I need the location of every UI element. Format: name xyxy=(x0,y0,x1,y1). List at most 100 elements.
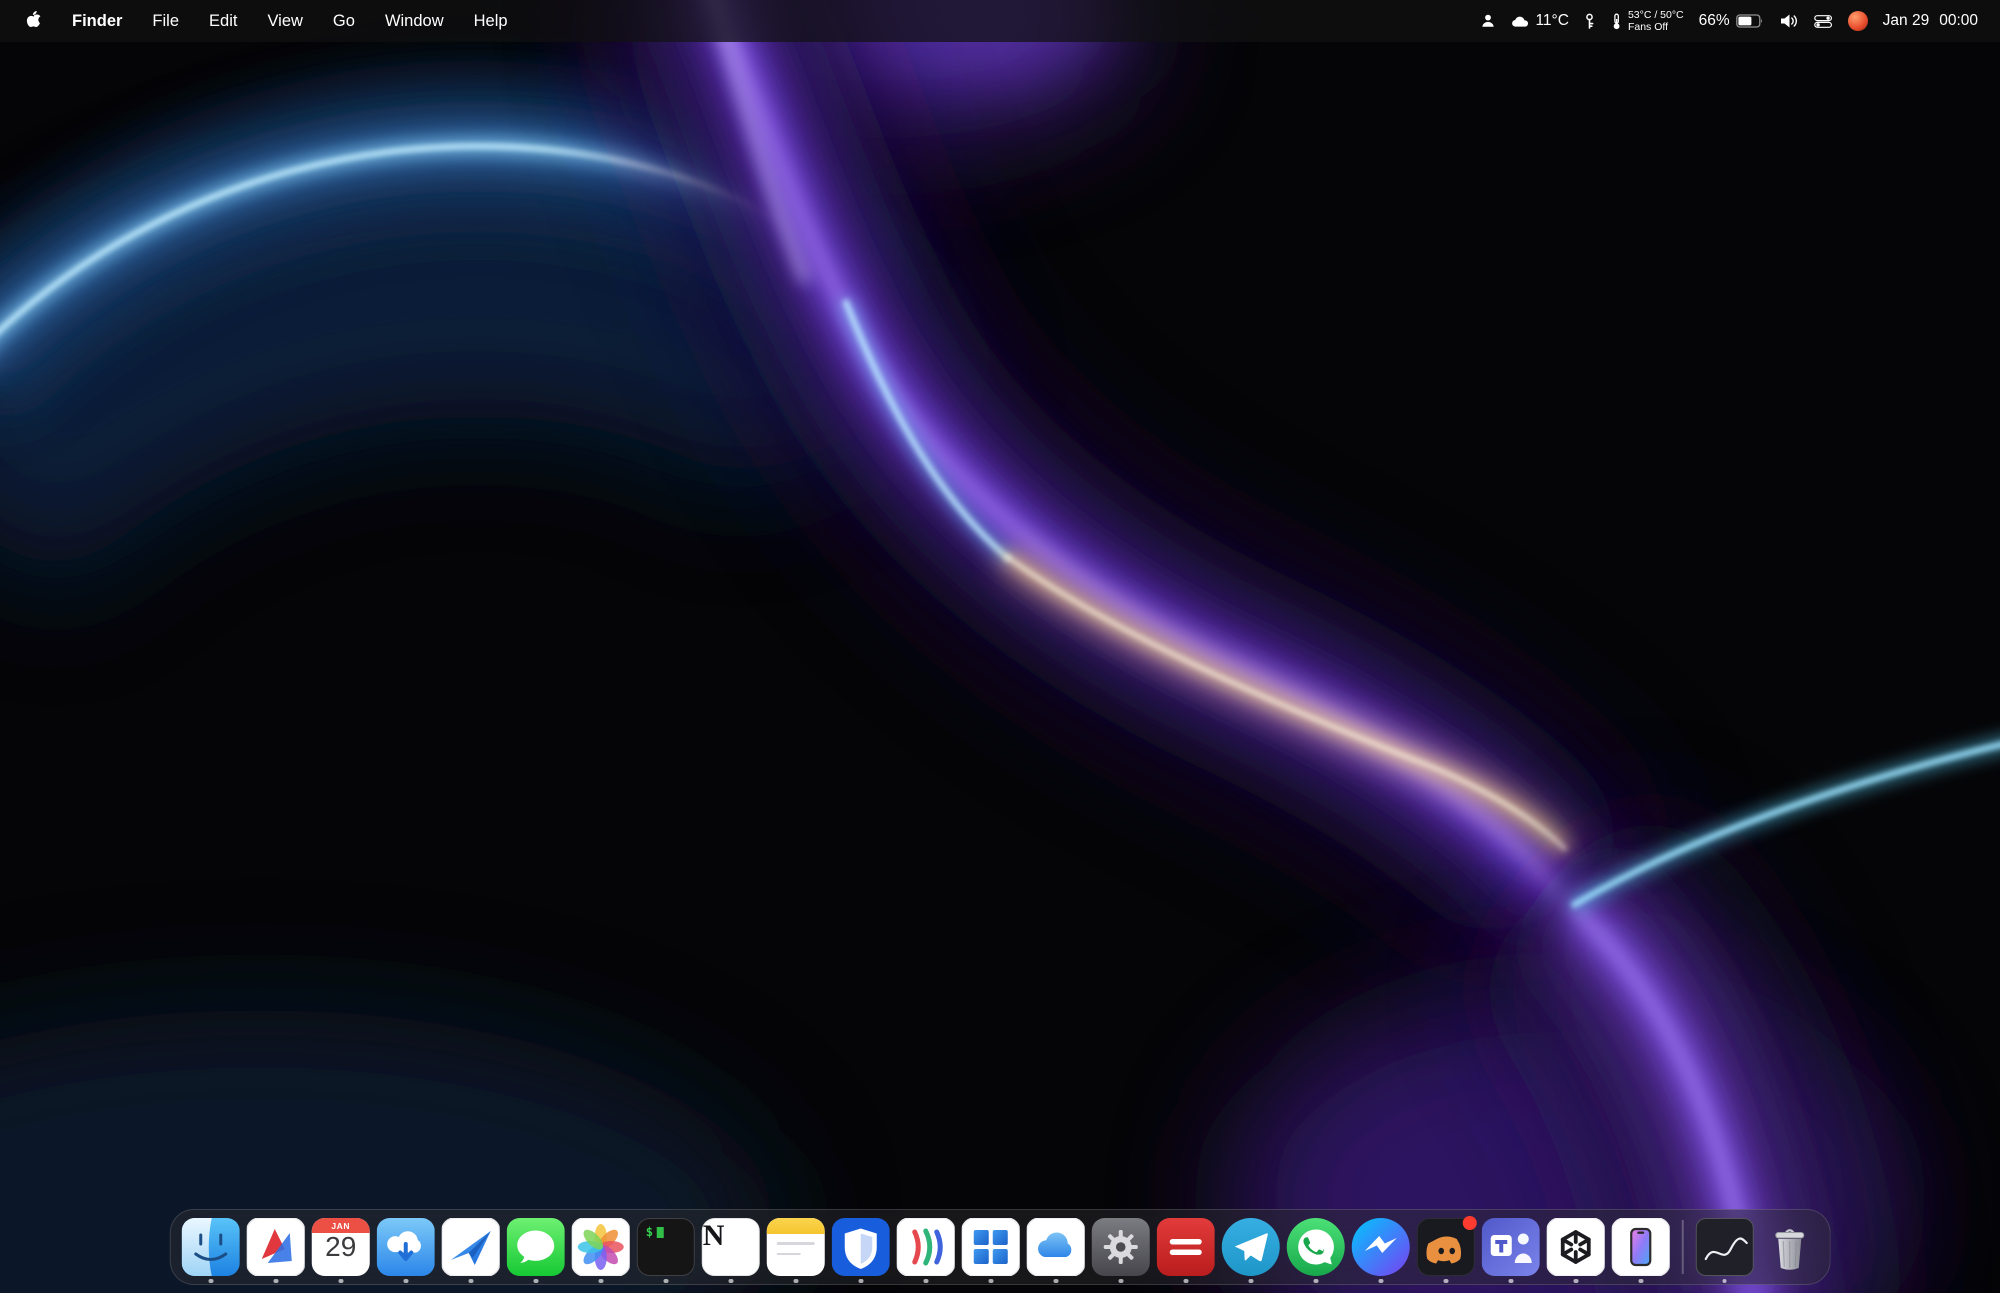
menu-view[interactable]: View xyxy=(267,12,302,31)
dark-window-icon xyxy=(1695,1218,1753,1276)
dock-app-red-blue[interactable] xyxy=(247,1218,305,1276)
dock-separator xyxy=(1682,1220,1684,1274)
dock-telegram[interactable] xyxy=(1222,1218,1280,1276)
running-indicator xyxy=(534,1279,539,1284)
finder-icon xyxy=(182,1218,240,1276)
apple-menu[interactable] xyxy=(26,10,42,33)
iphone-icon xyxy=(1612,1218,1670,1276)
dock-notes[interactable] xyxy=(767,1218,825,1276)
teams-icon xyxy=(1482,1218,1540,1276)
menu-window[interactable]: Window xyxy=(385,12,444,31)
thermometer-icon xyxy=(1610,13,1622,30)
key-status-item[interactable] xyxy=(1584,13,1595,30)
dock-bitwarden[interactable] xyxy=(832,1218,890,1276)
desktop: Finder File Edit View Go Window Help 11°… xyxy=(0,0,2000,1293)
running-indicator xyxy=(729,1279,734,1284)
terminal-icon: $ xyxy=(637,1218,695,1276)
dock-finder[interactable] xyxy=(182,1218,240,1276)
notes-icon xyxy=(767,1218,825,1276)
blue-download-icon xyxy=(377,1218,435,1276)
running-indicator xyxy=(924,1279,929,1284)
running-indicator xyxy=(1639,1279,1644,1284)
dock-terminal[interactable]: $ xyxy=(637,1218,695,1276)
battery-status-item[interactable]: 66% xyxy=(1699,12,1764,30)
dock-teams[interactable] xyxy=(1482,1218,1540,1276)
calendar-day: 29 xyxy=(312,1231,370,1263)
messages-icon xyxy=(507,1218,565,1276)
notion-letter: N xyxy=(703,1219,725,1252)
running-indicator xyxy=(1054,1279,1059,1284)
user-icon xyxy=(1480,13,1496,29)
trash-icon xyxy=(1760,1218,1818,1276)
running-indicator xyxy=(794,1279,799,1284)
dock-windows-app[interactable] xyxy=(962,1218,1020,1276)
volume-status-item[interactable] xyxy=(1779,13,1799,29)
cloud-icon xyxy=(1027,1218,1085,1276)
battery-icon xyxy=(1736,14,1764,28)
dock-discord[interactable] xyxy=(1417,1218,1475,1276)
running-indicator xyxy=(1249,1279,1254,1284)
dock-calendar[interactable]: JAN 29 xyxy=(312,1218,370,1276)
menu-edit[interactable]: Edit xyxy=(209,12,237,31)
whatsapp-icon xyxy=(1287,1218,1345,1276)
dock-app-paper-plane[interactable] xyxy=(442,1218,500,1276)
menu-go[interactable]: Go xyxy=(333,12,355,31)
battery-percent-text: 66% xyxy=(1699,12,1730,30)
dock-app-red-stripes[interactable] xyxy=(1157,1218,1215,1276)
temperature-text: 11°C xyxy=(1535,12,1568,30)
status-app-avatar[interactable] xyxy=(1848,11,1868,31)
time-text: 00:00 xyxy=(1939,12,1978,30)
running-indicator xyxy=(1574,1279,1579,1284)
menu-file[interactable]: File xyxy=(152,12,179,31)
dock-app-blue-download[interactable] xyxy=(377,1218,435,1276)
terminal-caret xyxy=(657,1227,664,1238)
running-indicator xyxy=(469,1279,474,1284)
dock-system-settings[interactable] xyxy=(1092,1218,1150,1276)
paper-plane-icon xyxy=(442,1218,500,1276)
dock-chatgpt[interactable] xyxy=(1547,1218,1605,1276)
dock: JAN 29 xyxy=(170,1209,1831,1285)
running-indicator xyxy=(1314,1279,1319,1284)
discord-icon xyxy=(1417,1218,1475,1276)
running-indicator xyxy=(274,1279,279,1284)
dock-app-color-waves[interactable] xyxy=(897,1218,955,1276)
menu-finder[interactable]: Finder xyxy=(72,12,122,31)
running-indicator xyxy=(1509,1279,1514,1284)
dock-messenger[interactable] xyxy=(1352,1218,1410,1276)
dock-photos[interactable] xyxy=(572,1218,630,1276)
weather-status-item[interactable]: 11°C xyxy=(1511,12,1568,30)
notion-icon: N xyxy=(702,1218,760,1276)
dock-whatsapp[interactable] xyxy=(1287,1218,1345,1276)
running-indicator xyxy=(1444,1279,1449,1284)
running-indicator xyxy=(339,1279,344,1284)
control-center-icon xyxy=(1814,15,1833,28)
dock-iphone-mirroring[interactable] xyxy=(1612,1218,1670,1276)
fan-status-item[interactable]: 53°C / 50°C Fans Off xyxy=(1610,9,1684,33)
apple-logo-icon xyxy=(26,10,42,28)
running-indicator xyxy=(1184,1279,1189,1284)
messenger-icon xyxy=(1352,1218,1410,1276)
dock-cloud-app[interactable] xyxy=(1027,1218,1085,1276)
volume-icon xyxy=(1779,13,1799,29)
notification-badge xyxy=(1463,1216,1477,1230)
photos-icon xyxy=(572,1218,630,1276)
control-center-item[interactable] xyxy=(1814,15,1833,28)
dock-messages[interactable] xyxy=(507,1218,565,1276)
chatgpt-knot-icon xyxy=(1547,1218,1605,1276)
dock-trash[interactable] xyxy=(1760,1218,1818,1276)
running-indicator xyxy=(599,1279,604,1284)
telegram-icon xyxy=(1222,1218,1280,1276)
user-status-item[interactable] xyxy=(1480,13,1496,29)
red-blue-abstract-icon xyxy=(247,1218,305,1276)
fan-state-text: Fans Off xyxy=(1628,21,1684,33)
running-indicator xyxy=(1119,1279,1124,1284)
key-icon xyxy=(1584,13,1595,30)
status-avatar-icon xyxy=(1848,11,1868,31)
menubar-clock[interactable]: Jan 29 00:00 xyxy=(1883,12,1978,30)
running-indicator xyxy=(209,1279,214,1284)
red-stripes-icon xyxy=(1157,1218,1215,1276)
desktop-wallpaper xyxy=(0,0,2000,1293)
menu-help[interactable]: Help xyxy=(474,12,508,31)
dock-notion[interactable]: N xyxy=(702,1218,760,1276)
dock-app-window-dark[interactable] xyxy=(1695,1218,1753,1276)
